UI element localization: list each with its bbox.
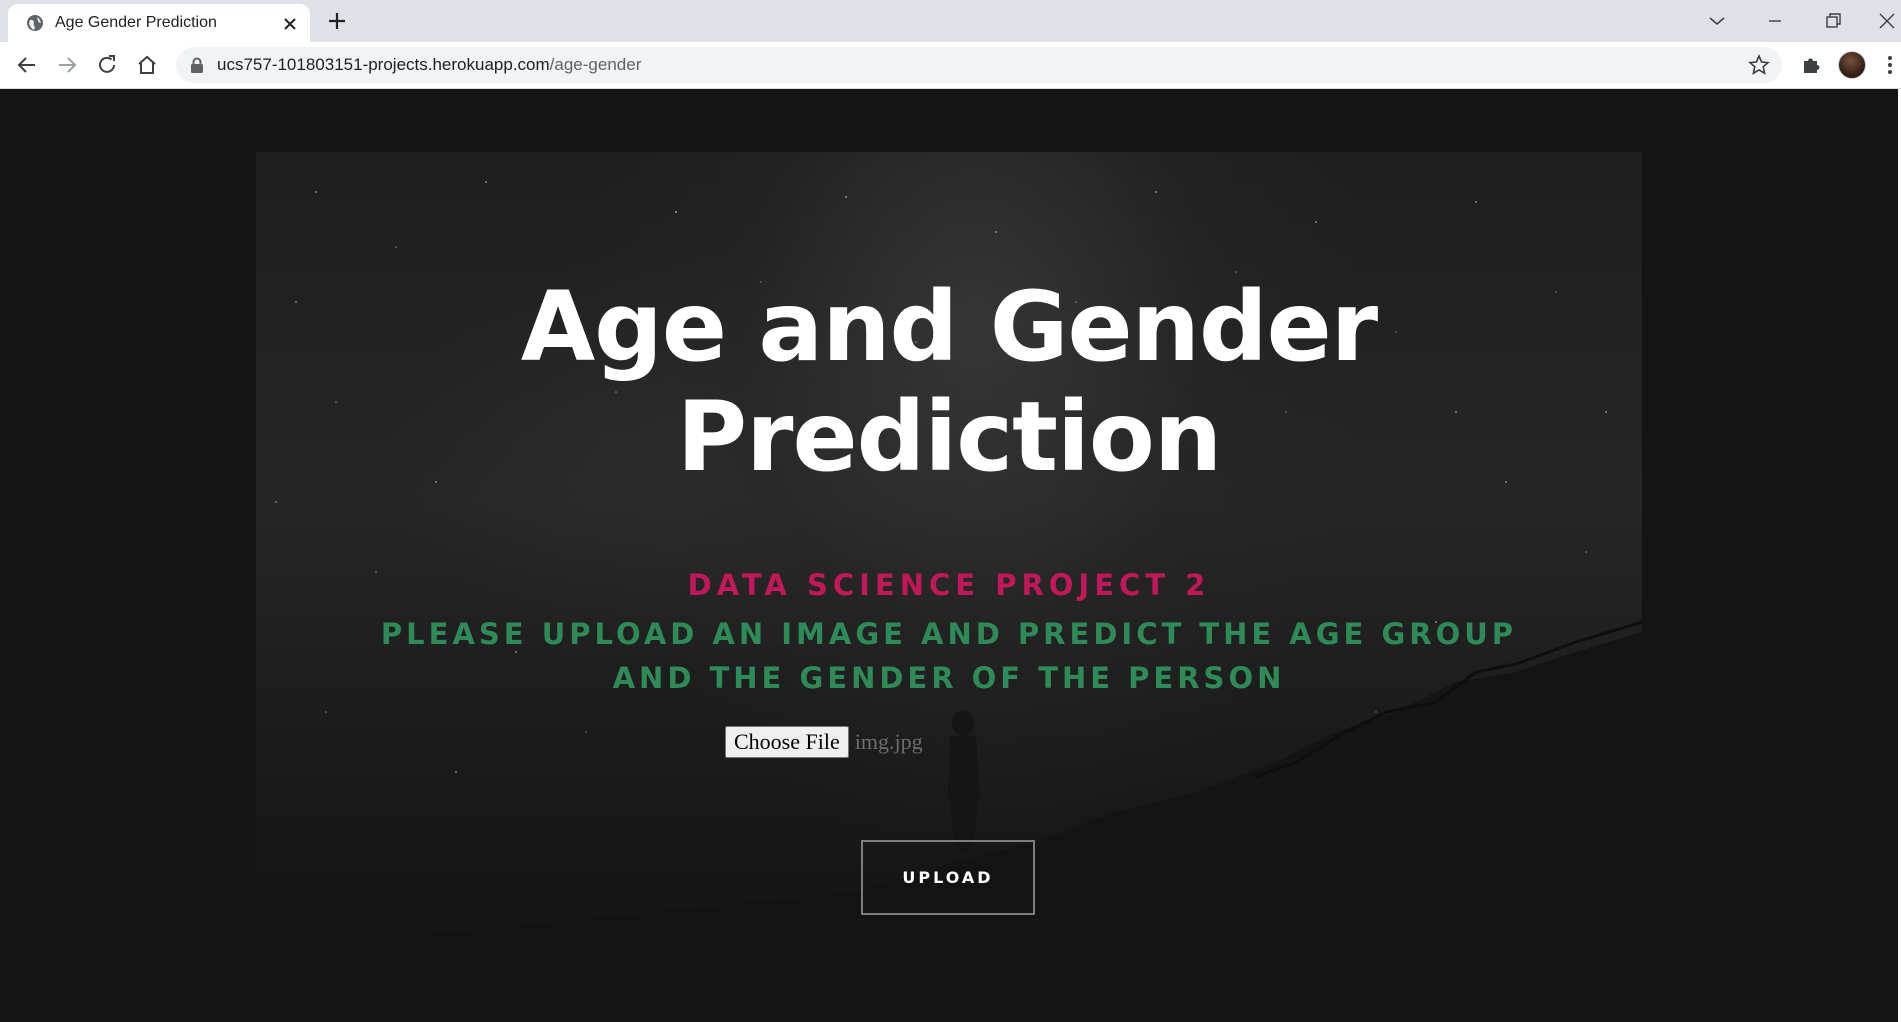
page-viewport: Age and Gender Prediction Data Science P… — [0, 89, 1901, 1022]
kebab-menu-icon[interactable] — [1878, 53, 1901, 77]
minimize-icon[interactable] — [1762, 8, 1788, 34]
reload-icon[interactable] — [95, 53, 119, 77]
avatar[interactable] — [1838, 51, 1866, 79]
forward-arrow-icon[interactable] — [55, 53, 79, 77]
browser-toolbar: ucs757-101803151-projects.herokuapp.com/… — [0, 42, 1901, 89]
url-text: ucs757-101803151-projects.herokuapp.com/… — [217, 55, 641, 75]
puzzle-icon[interactable] — [1799, 53, 1823, 77]
upload-instruction: Please upload an image and predict the a… — [380, 617, 1518, 695]
plus-icon[interactable] — [326, 10, 348, 32]
page-title: Age and Gender Prediction — [256, 272, 1642, 492]
chevron-down-icon[interactable] — [1704, 8, 1730, 34]
close-icon[interactable] — [282, 16, 298, 32]
address-bar[interactable]: ucs757-101803151-projects.herokuapp.com/… — [176, 47, 1782, 83]
browser-tab[interactable]: Age Gender Prediction — [8, 4, 310, 42]
choose-file-button[interactable]: Choose File — [725, 726, 849, 758]
page-title-line-1: Age and Gender — [520, 271, 1378, 383]
file-input[interactable]: Choose File img.jpg — [725, 726, 923, 758]
restore-icon[interactable] — [1820, 8, 1846, 34]
close-window-icon[interactable] — [1874, 8, 1900, 34]
url-host: ucs757-101803151-projects.herokuapp.com — [217, 55, 550, 74]
star-icon[interactable] — [1748, 54, 1770, 76]
hero-section: Age and Gender Prediction Data Science P… — [256, 152, 1642, 1022]
page-subtitle: Data Science Project 2 — [687, 568, 1211, 602]
selected-file-name: img.jpg — [854, 729, 923, 754]
upload-button[interactable]: UPLOAD — [861, 840, 1035, 915]
page-title-line-2: Prediction — [676, 381, 1222, 493]
tab-title: Age Gender Prediction — [55, 14, 217, 31]
home-icon[interactable] — [135, 53, 159, 77]
globe-icon — [27, 15, 43, 31]
browser-tab-strip: Age Gender Prediction — [0, 0, 1901, 42]
back-arrow-icon[interactable] — [15, 53, 39, 77]
url-path: /age-gender — [549, 55, 642, 74]
lock-icon[interactable] — [190, 57, 204, 73]
